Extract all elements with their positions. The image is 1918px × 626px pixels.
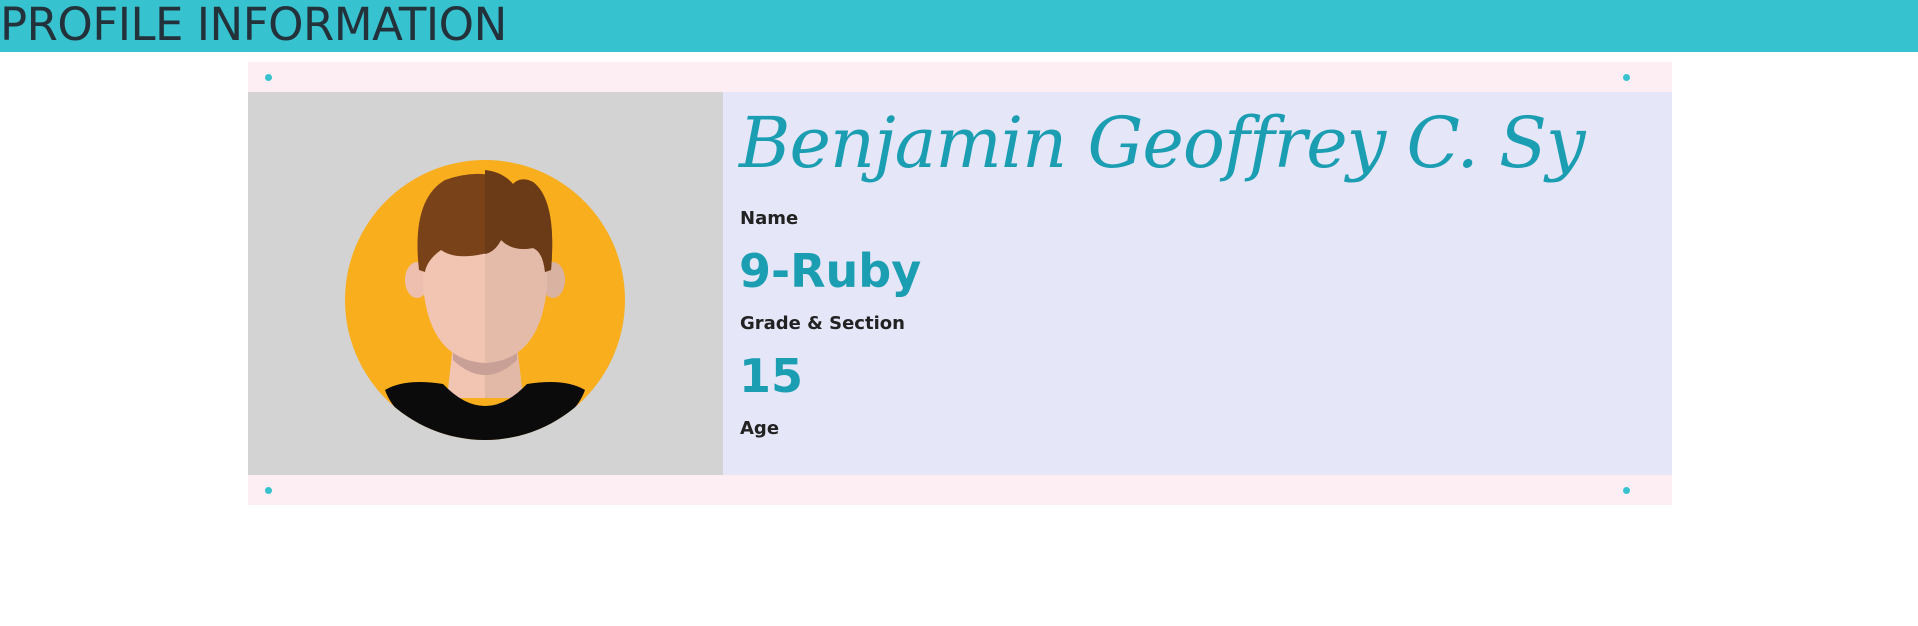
grade-section-value: 9-Ruby: [739, 244, 922, 298]
profile-info-panel: Benjamin Geoffrey C. Sy Name 9-Ruby Grad…: [723, 92, 1672, 475]
name-label: Name: [740, 208, 799, 229]
corner-dot: [1623, 487, 1630, 494]
corner-dot: [265, 74, 272, 81]
photo-panel: [248, 92, 723, 475]
student-full-name: Benjamin Geoffrey C. Sy: [739, 102, 1586, 184]
age-label: Age: [740, 418, 780, 439]
page-title: PROFILE INFORMATION: [0, 0, 507, 51]
person-avatar-icon: [345, 160, 625, 440]
page-header: PROFILE INFORMATION: [0, 0, 1918, 52]
corner-dot: [265, 487, 272, 494]
profile-card: Benjamin Geoffrey C. Sy Name 9-Ruby Grad…: [248, 62, 1672, 505]
age-value: 15: [739, 349, 804, 403]
card-top-strip: [248, 62, 1672, 92]
grade-section-label: Grade & Section: [740, 313, 905, 334]
corner-dot: [1623, 74, 1630, 81]
card-bottom-strip: [248, 475, 1672, 505]
